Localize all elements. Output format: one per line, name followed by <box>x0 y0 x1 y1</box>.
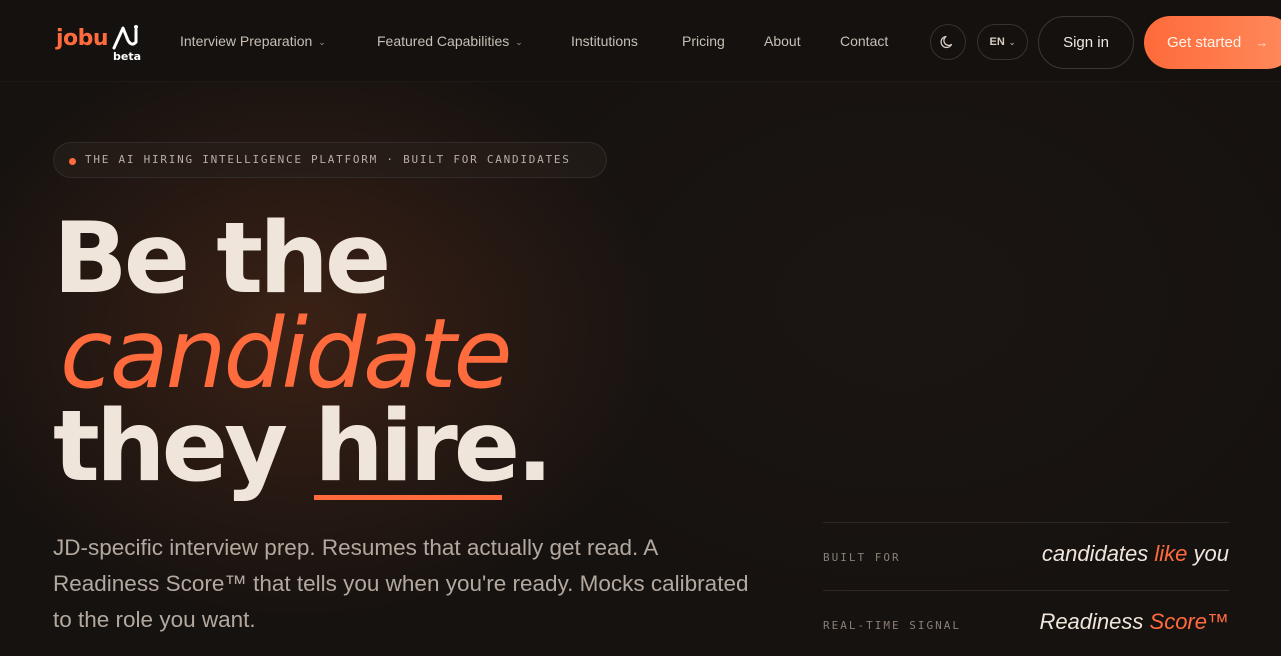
moon-icon <box>940 35 953 49</box>
stat-value-pre: Readiness <box>1039 609 1150 634</box>
nav-link-label: About <box>764 33 801 49</box>
nav-link-label: Featured Capabilities <box>377 33 510 49</box>
nav-institutions[interactable]: Institutions <box>571 33 638 49</box>
beta-badge: beta <box>113 50 142 63</box>
top-nav: jobu beta Interview Preparation ⌄ Feature… <box>0 0 1281 82</box>
stat-value-accent: like <box>1154 541 1188 566</box>
nav-contact[interactable]: Contact <box>840 33 888 49</box>
chevron-down-icon: ⌄ <box>318 37 326 47</box>
theme-toggle-button[interactable] <box>930 24 966 60</box>
headline-prefix: they <box>53 390 315 504</box>
stat-value-accent: Score™ <box>1149 609 1229 634</box>
stat-label-built-for: BUILT FOR <box>823 551 901 564</box>
headline-line-3: they hire. <box>53 390 554 504</box>
stat-divider <box>823 590 1229 591</box>
stat-divider <box>823 522 1229 523</box>
arrow-right-icon: → <box>1255 35 1269 50</box>
stat-value-built-for: candidates like you <box>1042 541 1229 567</box>
headline-underline <box>314 495 503 500</box>
platform-eyebrow-pill: THE AI HIRING INTELLIGENCE PLATFORM · BU… <box>53 142 607 178</box>
nav-link-label: Pricing <box>682 33 725 49</box>
sign-in-button[interactable]: Sign in <box>1038 16 1134 69</box>
chevron-down-icon: ⌄ <box>1008 37 1016 47</box>
get-started-button[interactable]: Get started → <box>1144 16 1281 69</box>
get-started-label: Get started <box>1167 34 1242 51</box>
chevron-down-icon: ⌄ <box>515 37 523 47</box>
stat-value-pre: candidates <box>1041 541 1155 566</box>
ai-logo-icon <box>112 25 138 50</box>
eyebrow-text: THE AI HIRING INTELLIGENCE PLATFORM · BU… <box>85 153 571 166</box>
headline-hire: hire <box>314 390 520 504</box>
nav-link-label: Interview Preparation <box>180 33 313 49</box>
hero-lede: JD-specific interview prep. Resumes that… <box>53 535 749 632</box>
headline-suffix: . <box>516 390 553 504</box>
nav-about[interactable]: About <box>764 33 801 49</box>
nav-featured-capabilities[interactable]: Featured Capabilities ⌄ <box>377 33 523 49</box>
logo-wordmark: jobu <box>56 26 109 51</box>
nav-pricing[interactable]: Pricing <box>682 33 725 49</box>
nav-link-label: Contact <box>840 33 889 49</box>
nav-link-label: Institutions <box>571 33 638 49</box>
language-label: EN <box>989 36 1005 48</box>
language-select[interactable]: EN ⌄ <box>977 24 1028 60</box>
stat-value-post: you <box>1187 541 1229 566</box>
stat-label-real-time-signal: REAL-TIME SIGNAL <box>823 619 961 632</box>
nav-interview-preparation[interactable]: Interview Preparation ⌄ <box>180 33 326 49</box>
status-dot-icon <box>69 158 76 165</box>
headline-hire-text: hire <box>314 390 520 504</box>
stat-value-readiness: Readiness Score™ <box>1039 609 1229 635</box>
